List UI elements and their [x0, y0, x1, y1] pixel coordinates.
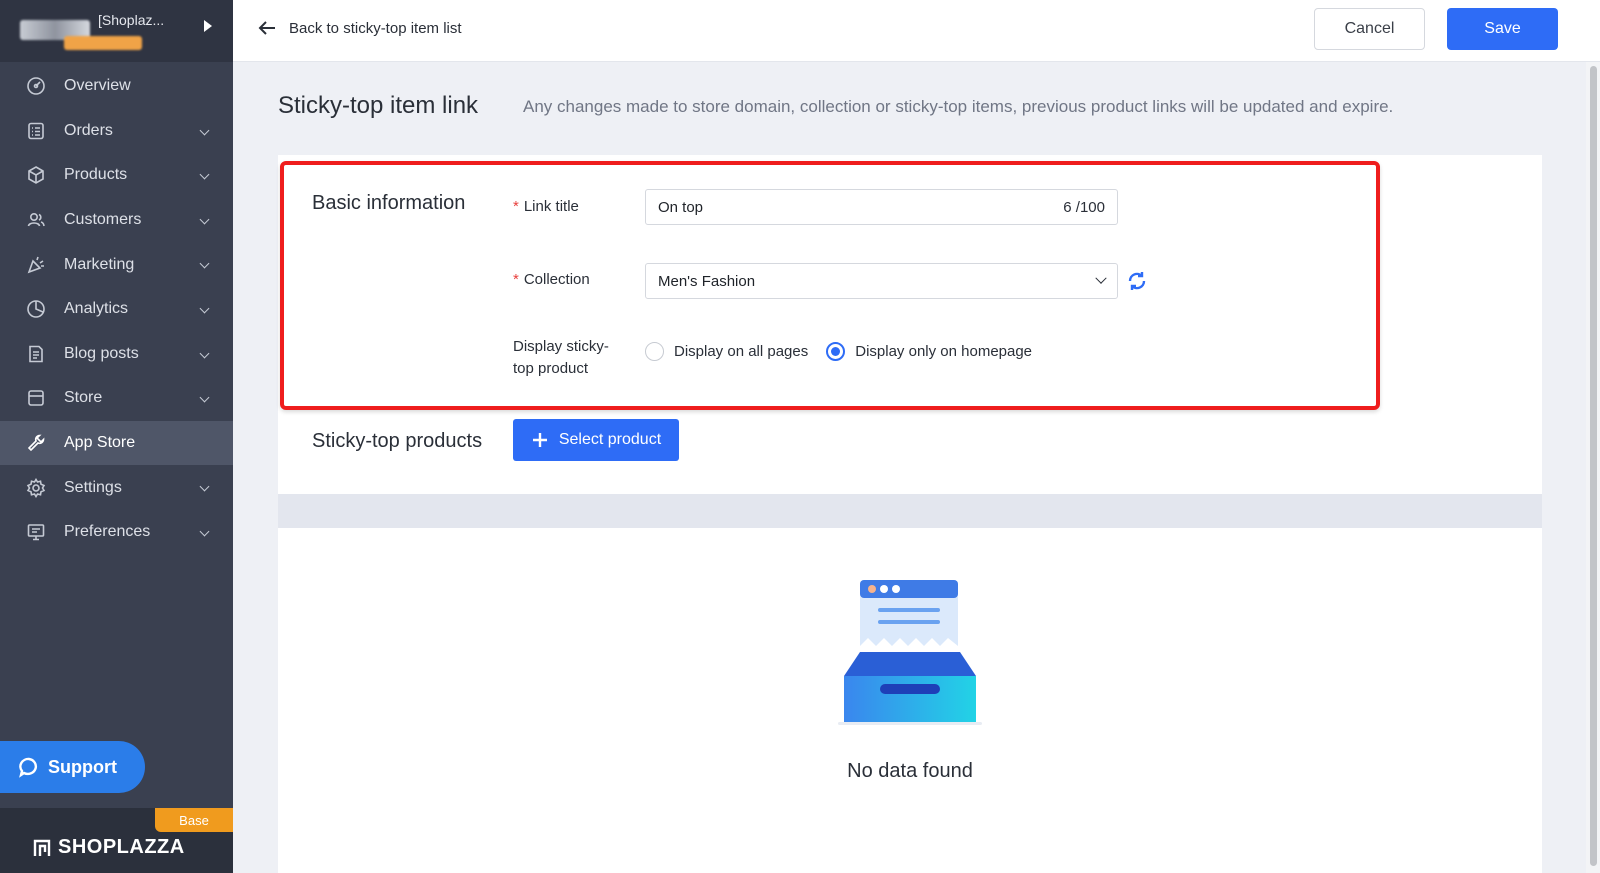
support-label: Support: [48, 756, 117, 777]
radio-display-all-pages[interactable]: Display on all pages: [645, 342, 808, 361]
orders-icon: [26, 121, 46, 141]
store-name: [Shoplaz...: [98, 12, 165, 28]
chevron-down-icon: [199, 348, 210, 359]
sidebar-item-label: Customers: [64, 211, 142, 229]
character-counter: 6 /100: [1063, 198, 1105, 216]
chevron-down-icon: [199, 169, 210, 180]
chevron-down-icon: [199, 303, 210, 314]
display-sticky-top-label: Display sticky- top product: [513, 338, 609, 377]
table-header-band: [278, 494, 1542, 528]
scrollbar-thumb[interactable]: [1590, 66, 1597, 866]
empty-box-illustration: [834, 576, 986, 726]
page-description: Any changes made to store domain, collec…: [523, 97, 1394, 116]
pie-chart-icon: [26, 299, 46, 319]
sidebar-footer: Base SHOPLAZZA: [0, 808, 233, 873]
caret-right-icon[interactable]: [204, 20, 212, 32]
sidebar-item-customers[interactable]: Customers: [0, 198, 233, 243]
sidebar-item-store[interactable]: Store: [0, 376, 233, 421]
page-title: Sticky-top item link: [278, 92, 479, 119]
sidebar-item-label: Analytics: [64, 300, 129, 318]
collection-select[interactable]: Men's Fashion: [645, 263, 1118, 299]
collection-value: Men's Fashion: [658, 272, 756, 290]
box-icon: [26, 165, 46, 185]
sidebar-item-label: Blog posts: [64, 344, 139, 362]
basic-information-title: Basic information: [312, 192, 466, 214]
sidebar-item-label: Orders: [64, 121, 113, 139]
empty-state-message: No data found: [847, 760, 973, 782]
sidebar-item-label: Settings: [64, 478, 122, 496]
shoplazza-logo-icon: [33, 839, 51, 856]
brand-logo: SHOPLAZZA: [32, 836, 185, 859]
chevron-down-icon: [199, 258, 210, 269]
chevron-down-icon: [199, 481, 210, 492]
support-button[interactable]: Support: [0, 741, 145, 793]
sidebar-item-blog-posts[interactable]: Blog posts: [0, 332, 233, 377]
document-icon: [26, 344, 46, 364]
sidebar-item-marketing[interactable]: Marketing: [0, 242, 233, 287]
back-link[interactable]: Back to sticky-top item list: [257, 18, 462, 38]
sidebar-item-overview[interactable]: Overview: [0, 64, 233, 109]
chevron-down-icon: [199, 125, 210, 136]
sidebar-item-label: App Store: [64, 434, 136, 452]
sidebar-item-orders[interactable]: Orders: [0, 109, 233, 154]
radio-label: Display only on homepage: [855, 343, 1033, 360]
gear-icon: [26, 477, 46, 498]
sticky-top-products-title: Sticky-top products: [312, 430, 483, 452]
link-title-value: On top: [658, 198, 704, 216]
chevron-down-icon: [199, 214, 210, 225]
display-options: Display on all pages Display only on hom…: [645, 342, 1050, 361]
sidebar-item-app-store[interactable]: App Store: [0, 420, 233, 466]
plus-icon: [532, 433, 547, 447]
sidebar-item-preferences[interactable]: Preferences: [0, 510, 233, 555]
radio-button-selected[interactable]: [826, 342, 846, 361]
chevron-down-icon: [199, 526, 210, 537]
users-icon: [26, 210, 46, 230]
store-switcher[interactable]: [Shoplaz...: [0, 0, 233, 62]
chat-bubble-icon: [19, 757, 38, 778]
top-bar: Back to sticky-top item list Cancel Save: [233, 0, 1600, 62]
sidebar-item-label: Preferences: [64, 523, 151, 541]
sidebar-item-label: Products: [64, 166, 128, 184]
required-marker: *: [513, 198, 519, 215]
select-product-button[interactable]: Select product: [513, 419, 679, 461]
radio-button[interactable]: [645, 342, 664, 361]
radio-label: Display on all pages: [674, 343, 809, 360]
sidebar-item-analytics[interactable]: Analytics: [0, 287, 233, 332]
sidebar-nav: Overview Orders Products Customers Marke…: [0, 64, 233, 555]
wrench-icon: [26, 433, 46, 453]
back-link-label: Back to sticky-top item list: [289, 19, 462, 37]
megaphone-icon: [26, 255, 46, 275]
collection-label: * Collection: [513, 271, 590, 288]
sidebar-item-label: Marketing: [64, 255, 135, 273]
required-marker: *: [513, 271, 519, 288]
chevron-down-icon: [199, 392, 210, 403]
link-title-label: * Link title: [513, 198, 579, 215]
sidebar-item-settings[interactable]: Settings: [0, 465, 233, 510]
brand-name: SHOPLAZZA: [58, 836, 185, 858]
save-button[interactable]: Save: [1447, 8, 1558, 50]
sidebar-item-products[interactable]: Products: [0, 153, 233, 198]
plan-badge: Base: [155, 808, 233, 832]
gauge-icon: [26, 76, 46, 96]
sidebar-item-label: Overview: [64, 77, 131, 95]
arrow-left-icon: [258, 21, 275, 35]
monitor-icon: [26, 522, 46, 542]
radio-display-homepage-only[interactable]: Display only on homepage: [826, 342, 1032, 361]
sidebar-item-label: Store: [64, 389, 103, 407]
link-title-input[interactable]: On top 6 /100: [645, 189, 1118, 225]
chevron-down-icon: [1095, 272, 1107, 284]
refresh-icon[interactable]: [1126, 270, 1148, 292]
cancel-button[interactable]: Cancel: [1314, 8, 1425, 50]
select-product-label: Select product: [558, 431, 662, 448]
sidebar: [Shoplaz... Overview Orders Products Cus…: [0, 0, 233, 873]
storefront-icon: [26, 388, 46, 408]
